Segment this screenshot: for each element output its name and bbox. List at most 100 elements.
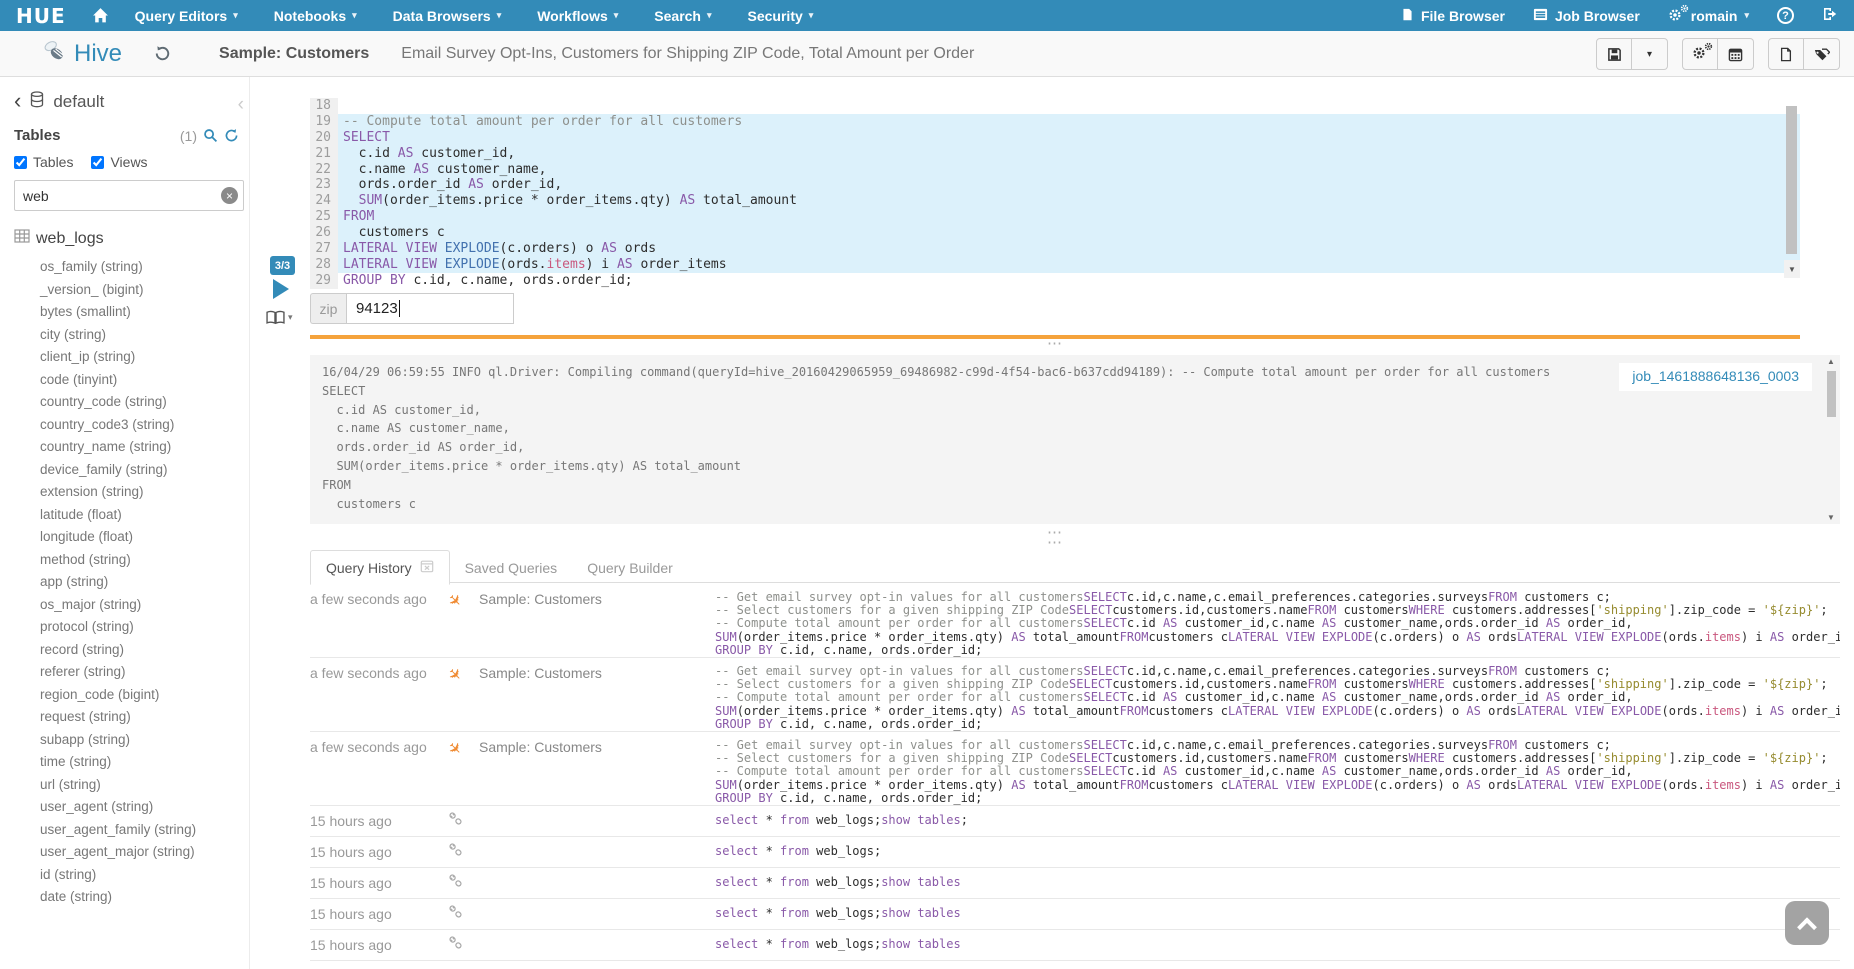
- filter-views[interactable]: Views: [91, 154, 147, 170]
- nav-menu-workflows[interactable]: Workflows▾: [537, 8, 618, 24]
- code-editor[interactable]: 1819-- Compute total amount per order fo…: [310, 98, 1800, 289]
- nav-menu-notebooks[interactable]: Notebooks▾: [274, 8, 357, 24]
- column-item[interactable]: date (string): [14, 886, 249, 909]
- column-item[interactable]: country_name (string): [14, 436, 249, 459]
- collapse-panel-icon[interactable]: ‹: [238, 95, 244, 114]
- column-item[interactable]: country_code (string): [14, 391, 249, 414]
- nav-menu-search[interactable]: Search▾: [654, 8, 711, 24]
- token: FROM: [1120, 630, 1149, 644]
- resize-handle[interactable]: ⋯: [310, 538, 1800, 548]
- column-item[interactable]: record (string): [14, 639, 249, 662]
- token: customer_name,ords.order_id: [1336, 690, 1546, 704]
- column-item[interactable]: client_ip (string): [14, 346, 249, 369]
- tab-query-builder[interactable]: Query Builder: [572, 552, 688, 584]
- chevron-down-icon: ▾: [809, 10, 814, 21]
- column-item[interactable]: id (string): [14, 864, 249, 887]
- nav-menu-data-browsers[interactable]: Data Browsers▾: [393, 8, 502, 24]
- column-item[interactable]: region_code (bigint): [14, 684, 249, 707]
- job-browser-button[interactable]: Job Browser: [1533, 7, 1640, 25]
- column-item[interactable]: user_agent_major (string): [14, 841, 249, 864]
- logout-button[interactable]: [1822, 6, 1838, 25]
- refresh-icon[interactable]: [224, 128, 239, 143]
- views-checkbox[interactable]: [91, 156, 104, 169]
- search-icon[interactable]: [203, 128, 218, 143]
- column-item[interactable]: device_family (string): [14, 459, 249, 482]
- history-row[interactable]: 15 hours agoselect * from web_logs;: [310, 837, 1840, 868]
- column-item[interactable]: app (string): [14, 571, 249, 594]
- token: AS: [1163, 690, 1177, 704]
- column-item[interactable]: referer (string): [14, 661, 249, 684]
- history-row[interactable]: 15 hours agoselect * from web_logs;show …: [310, 930, 1840, 961]
- history-row[interactable]: 15 hours agoselect * from web_logs;show …: [310, 899, 1840, 930]
- hue-logo[interactable]: HUE: [16, 4, 66, 28]
- history-row[interactable]: a few seconds ago✈Sample: Customers-- Ge…: [310, 584, 1840, 658]
- table-item[interactable]: web_logs: [14, 229, 249, 248]
- tags-button[interactable]: [1804, 38, 1840, 70]
- editor-options-button[interactable]: ▾: [266, 310, 293, 325]
- clear-history-icon[interactable]: [420, 559, 434, 576]
- save-button[interactable]: [1596, 38, 1632, 70]
- query-history-list: a few seconds ago✈Sample: Customers-- Ge…: [310, 584, 1840, 961]
- back-icon[interactable]: ‹: [14, 90, 21, 112]
- column-item[interactable]: code (tinyint): [14, 369, 249, 392]
- column-item[interactable]: user_agent (string): [14, 796, 249, 819]
- column-item[interactable]: time (string): [14, 751, 249, 774]
- table-search-input[interactable]: [14, 180, 244, 211]
- column-item[interactable]: request (string): [14, 706, 249, 729]
- settings-button[interactable]: [1682, 38, 1718, 70]
- token: select: [715, 845, 758, 858]
- tab-query-history[interactable]: Query History: [310, 550, 450, 585]
- scrollbar-thumb[interactable]: [1786, 106, 1797, 254]
- user-menu[interactable]: romain ▾: [1668, 8, 1749, 24]
- editor-scrollbar[interactable]: ▼: [1784, 106, 1800, 290]
- column-item[interactable]: _version_ (bigint): [14, 279, 249, 302]
- filter-tables[interactable]: Tables: [14, 154, 73, 170]
- history-row[interactable]: 15 hours agoselect * from web_logs;show …: [310, 806, 1840, 837]
- column-item[interactable]: city (string): [14, 324, 249, 347]
- job-link[interactable]: job_1461888648136_0003: [1632, 368, 1799, 384]
- tab-saved-queries[interactable]: Saved Queries: [450, 552, 573, 584]
- nav-menu-security[interactable]: Security▾: [748, 8, 814, 24]
- history-row[interactable]: 15 hours agoselect * from web_logs;show …: [310, 868, 1840, 899]
- column-item[interactable]: os_major (string): [14, 594, 249, 617]
- execute-button[interactable]: [273, 279, 289, 299]
- help-button[interactable]: ?: [1777, 7, 1794, 24]
- new-query-button[interactable]: [1768, 38, 1804, 70]
- log-scrollbar[interactable]: ▲ ▼: [1825, 357, 1838, 522]
- scrollbar-thumb[interactable]: [1827, 371, 1836, 417]
- column-item[interactable]: bytes (smallint): [14, 301, 249, 324]
- resize-handle[interactable]: ⋯: [310, 339, 1800, 349]
- clear-search-icon[interactable]: ×: [221, 187, 238, 204]
- scroll-to-top-button[interactable]: [1785, 901, 1829, 945]
- sql-line: select * from web_logs;show tables: [715, 907, 1840, 920]
- scroll-down-icon[interactable]: ▼: [1784, 260, 1800, 278]
- token: select: [715, 938, 758, 951]
- scroll-down-icon[interactable]: ▼: [1827, 513, 1835, 522]
- save-dropdown-button[interactable]: ▾: [1632, 38, 1668, 70]
- variable-input[interactable]: 94123: [346, 293, 514, 324]
- tables-checkbox[interactable]: [14, 156, 27, 169]
- query-history-icon[interactable]: [154, 45, 171, 62]
- column-item[interactable]: url (string): [14, 774, 249, 797]
- column-item[interactable]: os_family (string): [14, 256, 249, 279]
- token: ords: [617, 241, 656, 256]
- nav-menu-query-editors[interactable]: Query Editors▾: [135, 8, 238, 24]
- history-row[interactable]: a few seconds ago✈Sample: Customers-- Ge…: [310, 732, 1840, 806]
- file-browser-button[interactable]: File Browser: [1401, 7, 1505, 25]
- home-icon[interactable]: [92, 7, 109, 24]
- column-item[interactable]: longitude (float): [14, 526, 249, 549]
- column-item[interactable]: protocol (string): [14, 616, 249, 639]
- line-code: customers c: [338, 225, 1800, 241]
- job-browser-label: Job Browser: [1555, 8, 1640, 24]
- column-item[interactable]: method (string): [14, 549, 249, 572]
- column-item[interactable]: extension (string): [14, 481, 249, 504]
- column-item[interactable]: country_code3 (string): [14, 414, 249, 437]
- column-item[interactable]: subapp (string): [14, 729, 249, 752]
- schedule-button[interactable]: [1718, 38, 1754, 70]
- history-sql-snippet: -- Get email survey opt-in values for al…: [715, 591, 1840, 657]
- column-item[interactable]: latitude (float): [14, 504, 249, 527]
- history-row[interactable]: a few seconds ago✈Sample: Customers-- Ge…: [310, 658, 1840, 732]
- column-item[interactable]: user_agent_family (string): [14, 819, 249, 842]
- database-selector[interactable]: ‹ default: [14, 91, 249, 113]
- scroll-up-icon[interactable]: ▲: [1827, 357, 1835, 366]
